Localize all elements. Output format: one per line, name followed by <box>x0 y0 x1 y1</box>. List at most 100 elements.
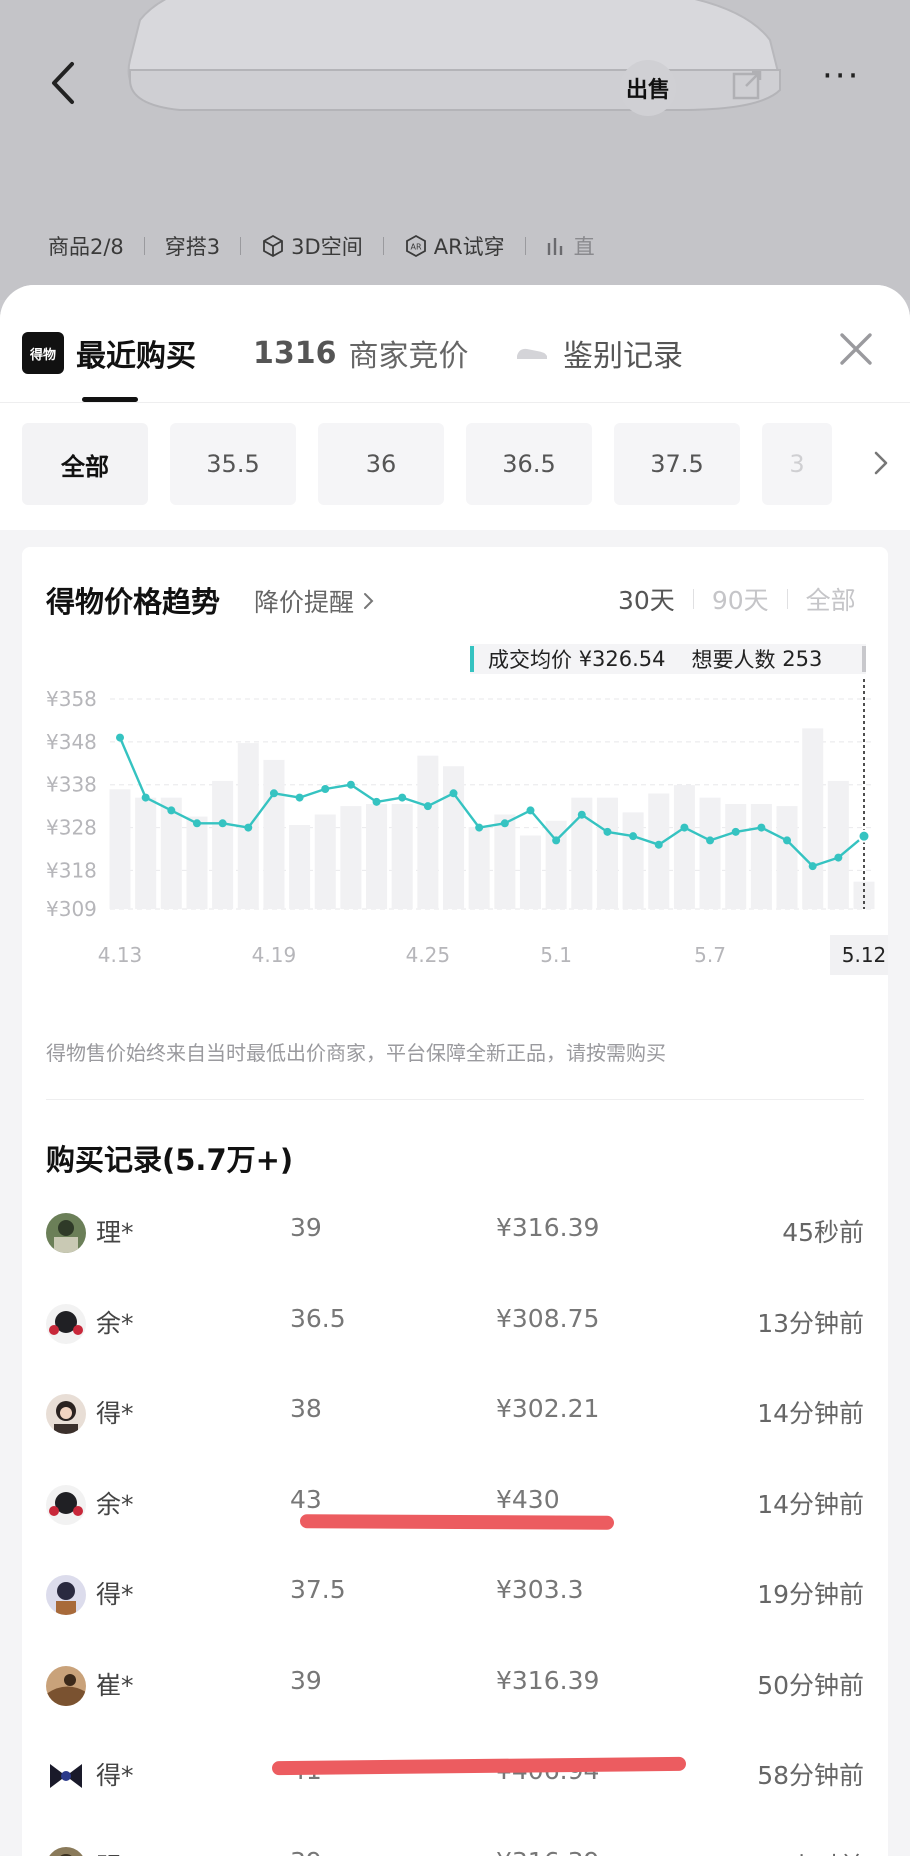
size-chip[interactable]: 35.5 <box>170 423 296 505</box>
volume-bar <box>366 804 388 909</box>
size-chip[interactable]: 36.5 <box>466 423 592 505</box>
tooltip-accent <box>470 646 474 672</box>
price-drop-alert-link[interactable]: 降价提醒 <box>254 583 376 619</box>
purchase-price: ¥308.75 <box>496 1303 600 1333</box>
sneaker-icon <box>517 348 547 359</box>
size-chip[interactable]: 36 <box>318 423 444 505</box>
ar-icon: AR <box>405 234 426 258</box>
tab-outfits[interactable]: 穿搭3 <box>165 231 220 261</box>
volume-bar <box>212 780 234 909</box>
size-chip[interactable]: 37.5 <box>614 423 740 505</box>
range-30-days[interactable]: 30天 <box>618 581 675 617</box>
avatar <box>46 1756 86 1796</box>
tab-label: 3D空间 <box>291 235 363 259</box>
y-tick-label: ¥309 <box>46 897 97 921</box>
list-item: 理* 39 ¥316.39 45秒前 <box>22 1197 888 1288</box>
purchase-size: 39 <box>290 1665 322 1695</box>
product-shoe-image <box>127 0 782 111</box>
avg-price-label: 成交均价 <box>488 648 572 672</box>
volume-bar <box>263 759 285 909</box>
volume-bar <box>699 797 721 909</box>
data-point <box>244 823 253 832</box>
divider <box>143 237 145 255</box>
data-point <box>783 836 792 845</box>
purchase-size: 38 <box>290 1394 322 1423</box>
data-point <box>603 827 612 836</box>
purchase-time: 1小时前 <box>773 1847 864 1856</box>
list-item: 明* 39 ¥316.39 1小时前 <box>22 1831 888 1856</box>
x-tick-label: 4.19 <box>252 943 297 967</box>
purchase-history-sheet: 得物 最近购买 1316 商家竞价 鉴别记录 全部 35.5 36 36.5 3… <box>0 285 910 1856</box>
data-point <box>680 823 689 832</box>
buyer-name: 得* <box>96 1761 134 1790</box>
sell-button[interactable]: 出售 <box>620 60 676 116</box>
price-trend-chart[interactable]: ¥358 ¥348 ¥338 ¥328 ¥318 ¥3094.13 4.19 4.25 5.1 5… <box>22 677 888 977</box>
size-chip-all[interactable]: 全部 <box>22 423 148 505</box>
volume-bar <box>725 804 747 909</box>
volume-bar <box>109 789 131 909</box>
data-point <box>808 862 817 871</box>
data-point <box>449 789 458 798</box>
range-90-days[interactable]: 90天 <box>712 581 769 617</box>
purchase-time: 50分钟前 <box>757 1670 864 1700</box>
avatar <box>46 1213 86 1253</box>
x-tick-label: 4.13 <box>98 943 143 967</box>
purchase-time: 45秒前 <box>782 1218 864 1247</box>
want-count-label: 想要人数 <box>691 648 776 672</box>
volume-bar <box>776 806 798 909</box>
data-point <box>167 806 176 815</box>
want-count-value: 253 <box>782 647 823 671</box>
tab-label: 最近购买 <box>76 339 196 374</box>
purchase-size: 39 <box>290 1847 322 1856</box>
purchase-time: 14分钟前 <box>757 1399 864 1428</box>
sizes-scroll-button[interactable] <box>870 445 894 481</box>
range-all[interactable]: 全部 <box>806 581 856 617</box>
chevron-left-icon <box>52 62 74 104</box>
size-chip-label: 3 <box>789 450 805 478</box>
data-point <box>321 785 330 793</box>
tab-product-images[interactable]: 商品2/8 <box>48 231 124 261</box>
size-chip[interactable]: 3 <box>762 423 832 505</box>
y-tick-label: ¥358 <box>46 687 97 711</box>
volume-bar <box>468 827 490 909</box>
tab-merchant-bids[interactable]: 1316 商家竞价 <box>253 331 469 375</box>
data-point <box>629 832 638 841</box>
tab-live[interactable]: 直 <box>546 231 595 261</box>
tab-authentication-records[interactable]: 鉴别记录 <box>515 331 683 375</box>
purchase-size: 43 <box>290 1484 322 1514</box>
size-filter: 全部 35.5 36 36.5 37.5 3 <box>22 423 892 505</box>
sell-label: 出售 <box>625 78 670 103</box>
purchase-time: 19分钟前 <box>757 1580 864 1609</box>
data-point <box>398 793 407 802</box>
data-point <box>423 802 432 811</box>
avatar <box>46 1575 86 1615</box>
tab-recent-purchases[interactable]: 得物 最近购买 <box>22 331 196 375</box>
chart-tooltip: 成交均价 ¥326.54 想要人数 253 <box>470 644 866 674</box>
more-options-button[interactable]: ··· <box>822 59 870 93</box>
share-button[interactable] <box>730 68 764 102</box>
volume-bar <box>519 835 542 909</box>
y-tick-label: ¥328 <box>46 816 97 840</box>
buyer-name: 得* <box>96 1580 134 1609</box>
price-trend-card: 得物价格趋势 降价提醒 30天 90天 全部 成交均价 ¥326.54 想要人数… <box>22 547 888 1856</box>
list-item: 得* 37.5 ¥303.3 19分钟前 <box>22 1559 888 1650</box>
data-point <box>500 819 509 828</box>
y-tick-label: ¥348 <box>46 730 97 754</box>
tab-ar-try-on[interactable]: AR AR试穿 <box>404 231 505 261</box>
tab-label: AR试穿 <box>433 235 505 259</box>
back-button[interactable] <box>44 58 84 108</box>
volume-bar <box>289 825 311 909</box>
logo-text: 得物 <box>29 347 56 363</box>
buyer-name: 崔* <box>96 1670 134 1700</box>
volume-bar <box>802 728 824 909</box>
purchase-size: 37.5 <box>290 1575 346 1604</box>
close-button[interactable] <box>836 329 876 369</box>
tab-3d-space[interactable]: 3D空间 <box>261 231 363 261</box>
active-tab-indicator <box>82 397 138 402</box>
size-chip-label: 36.5 <box>502 450 556 478</box>
volume-bar <box>135 797 157 909</box>
x-tick-label: 5.1 <box>540 943 572 967</box>
size-chip-label: 36 <box>365 450 397 478</box>
volume-bar <box>750 804 772 909</box>
data-point <box>192 819 201 828</box>
